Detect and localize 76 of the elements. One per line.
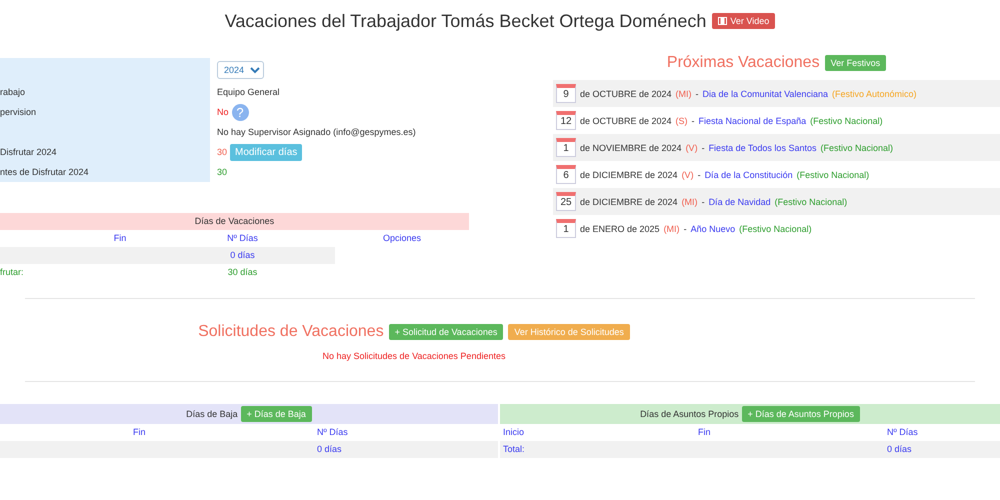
- add-personal-days-button[interactable]: + Días de Asuntos Propios: [742, 406, 860, 422]
- field-label: pervision: [0, 107, 36, 117]
- section-title: Próximas Vacaciones: [666, 54, 820, 72]
- weekday: (MI): [682, 196, 698, 206]
- table-title: Días de Baja: [186, 409, 238, 419]
- column-header: Nº Días: [887, 427, 918, 437]
- help-icon[interactable]: ?: [232, 104, 249, 120]
- video-button[interactable]: Ver Video: [712, 13, 776, 29]
- column-header: Nº Días: [317, 427, 348, 437]
- holiday-date: de NOVIEMBRE de 2024: [580, 142, 682, 152]
- weekday: (MI): [676, 88, 692, 98]
- year-select[interactable]: 2024: [217, 61, 264, 79]
- column-header: Fin: [133, 427, 146, 437]
- table-cell-text: frutar:: [0, 266, 25, 279]
- holiday-name: Dia de la Comunitat Valenciana: [702, 88, 828, 98]
- field-label: rabajo: [0, 87, 26, 97]
- section-title: Solicitudes de Vacaciones: [198, 323, 384, 341]
- holiday-type: (Festivo Nacional): [739, 224, 812, 234]
- column-header: Opciones: [382, 232, 422, 245]
- film-icon: [718, 17, 728, 25]
- calendar-date: 6: [556, 165, 576, 184]
- table-header: Días de Vacaciones: [0, 213, 469, 230]
- calendar-date: 9: [556, 84, 576, 103]
- weekday: (V): [686, 142, 698, 152]
- separator: -: [698, 170, 701, 180]
- history-button[interactable]: Ver Histórico de Solicitudes: [508, 324, 630, 340]
- table-cell: 0 días: [317, 444, 342, 454]
- calendar-date: 1: [556, 219, 576, 238]
- field-value: No hay Supervisor Asignado (info@gespymes.es): [217, 127, 416, 137]
- holiday-type: (Festivo Nacional): [796, 170, 870, 180]
- table-cell-text: 0 días: [229, 249, 256, 262]
- remaining-days: 30: [217, 167, 228, 177]
- column-header: Fin: [112, 232, 128, 245]
- empty-message: No hay Solicitudes de Vacaciones Pendientes: [322, 351, 506, 361]
- separator: -: [684, 224, 687, 234]
- calendar-date: 25: [556, 192, 576, 211]
- holiday-type: (Festivo Nacional): [820, 142, 893, 152]
- field-value: Equipo General: [217, 87, 280, 97]
- calendar-date: 12: [556, 111, 576, 130]
- holiday-type: (Festivo Nacional): [774, 196, 848, 206]
- column-header: Nº Días: [226, 232, 259, 245]
- weekday: (S): [676, 116, 688, 126]
- field-label: Disfrutar 2024: [0, 147, 57, 157]
- holidays-button[interactable]: Ver Festivos: [824, 55, 886, 71]
- holiday-name: Día de la Constitución: [704, 170, 793, 180]
- holiday-name: Día de Navidad: [708, 196, 771, 206]
- table-cell: 0 días: [887, 444, 912, 454]
- holiday-date: de DICIEMBRE de 2024: [580, 196, 678, 206]
- holiday-type: (Festivo Autonómico): [832, 88, 917, 98]
- modify-days-button[interactable]: Modificar días: [230, 144, 302, 160]
- holiday-date: de ENERO de 2025: [580, 224, 660, 234]
- separator: -: [702, 142, 705, 152]
- separator: -: [696, 88, 699, 98]
- days-value: 30: [217, 147, 228, 157]
- holiday-name: Fiesta de Todos los Santos: [708, 142, 816, 152]
- column-header: Fin: [698, 427, 711, 437]
- holiday-date: de OCTUBRE de 2024: [580, 116, 672, 126]
- new-request-button[interactable]: + Solicitud de Vacaciones: [388, 324, 504, 340]
- supervision-status: No: [217, 107, 229, 117]
- holiday-name: Fiesta Nacional de España: [698, 116, 806, 126]
- table-title: Días de Asuntos Propios: [640, 409, 739, 419]
- separator: -: [692, 116, 695, 126]
- column-header: Inicio: [503, 427, 524, 437]
- add-leave-button[interactable]: + Días de Baja: [240, 406, 312, 422]
- holiday-date: de DICIEMBRE de 2024: [580, 170, 678, 180]
- separator: -: [702, 196, 705, 206]
- table-cell-text: 30 días: [226, 266, 258, 279]
- calendar-date: 1: [556, 138, 576, 157]
- weekday: (V): [682, 170, 694, 180]
- weekday: (MI): [664, 224, 680, 234]
- holiday-date: de OCTUBRE de 2024: [580, 88, 672, 98]
- field-label: ntes de Disfrutar 2024: [0, 167, 89, 177]
- table-cell: Total:: [503, 444, 525, 454]
- holiday-name: Año Nuevo: [690, 224, 736, 234]
- page-title: Vacaciones del Trabajador Tomás Becket Ortega Doménech: [224, 10, 706, 32]
- holiday-type: (Festivo Nacional): [810, 116, 883, 126]
